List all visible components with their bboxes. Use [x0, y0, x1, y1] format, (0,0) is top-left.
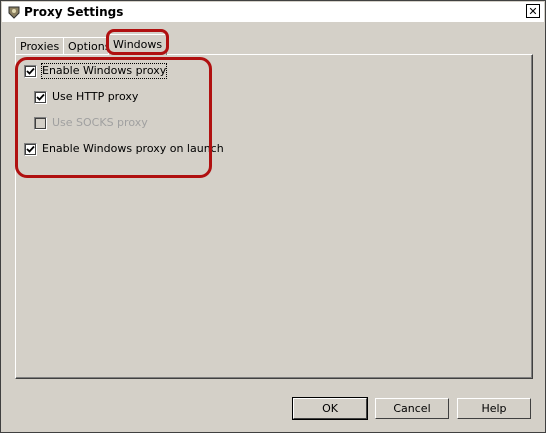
app-icon	[8, 6, 20, 19]
checkbox-box[interactable]	[24, 142, 37, 156]
use-http-proxy-checkbox[interactable]: Use HTTP proxy	[34, 89, 138, 105]
tab-label: Options	[68, 40, 111, 53]
tab-label: Windows	[113, 38, 163, 51]
button-label: Cancel	[393, 402, 431, 415]
proxy-settings-window: Proxy Settings ✕ Proxies Options Windows…	[0, 0, 546, 433]
enable-windows-proxy-checkbox[interactable]: Enable Windows proxy	[24, 63, 168, 79]
checkbox-label: Use HTTP proxy	[52, 90, 139, 103]
checkbox-box[interactable]	[24, 64, 37, 78]
help-button[interactable]: Help	[457, 398, 531, 419]
use-socks-proxy-checkbox: Use SOCKS proxy	[34, 115, 148, 131]
checkbox-box[interactable]	[34, 90, 47, 104]
checkbox-label: Enable Windows proxy on launch	[42, 142, 224, 155]
checkmark-icon	[36, 93, 45, 101]
title-bar[interactable]: Proxy Settings ✕	[2, 2, 544, 23]
checkbox-box	[34, 116, 47, 130]
checkbox-label: Use SOCKS proxy	[52, 116, 148, 129]
button-label: Help	[481, 402, 507, 415]
tab-label: Proxies	[20, 40, 60, 53]
close-button[interactable]: ✕	[526, 4, 540, 18]
cancel-button[interactable]: Cancel	[375, 398, 449, 419]
tab-proxies[interactable]: Proxies	[15, 37, 65, 54]
checkmark-icon	[26, 145, 35, 153]
checkmark-icon	[26, 67, 35, 75]
tab-windows[interactable]: Windows	[108, 34, 168, 55]
window-title: Proxy Settings	[24, 5, 124, 19]
enable-proxy-on-launch-checkbox[interactable]: Enable Windows proxy on launch	[24, 141, 224, 157]
ok-button[interactable]: OK	[292, 397, 368, 420]
close-icon: ✕	[528, 4, 538, 18]
button-label: OK	[322, 402, 338, 415]
checkbox-label: Enable Windows proxy	[40, 63, 168, 79]
